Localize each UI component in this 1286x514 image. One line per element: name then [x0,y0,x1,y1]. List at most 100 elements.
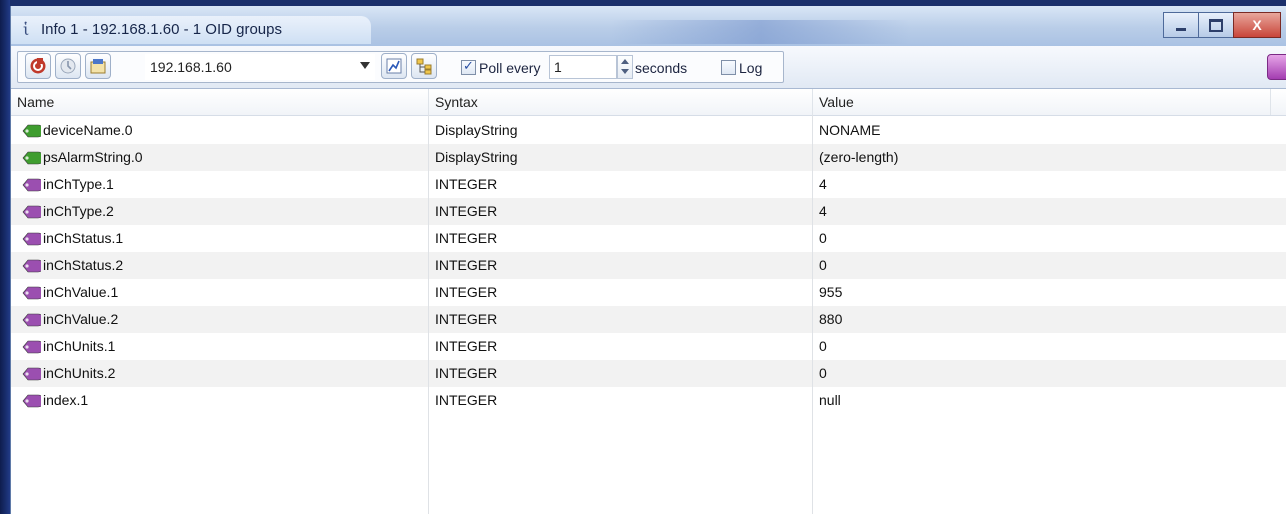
cell-value: 4 [819,176,827,192]
cell-syntax: INTEGER [435,176,498,192]
stop-button[interactable] [55,53,81,79]
window-title: Info 1 - 192.168.1.60 - 1 OID groups [41,21,282,38]
maximize-icon [1209,18,1223,32]
cell-syntax: DisplayString [435,149,518,165]
cell-name: inChType.1 [43,176,114,192]
stop-icon [60,58,76,74]
cell-syntax: INTEGER [435,338,498,354]
table-row[interactable]: inChValue.1 INTEGER 955 [11,279,1286,306]
log-label: Log [739,60,763,76]
cell-syntax: INTEGER [435,230,498,246]
poll-interval-value: 1 [554,59,562,75]
column-header-value[interactable]: Value [813,89,1271,115]
chevron-down-icon[interactable] [360,62,370,69]
table-oid-icon [21,177,45,193]
table-oid-icon [21,393,45,409]
cell-syntax: INTEGER [435,392,498,408]
poll-interval-spinner[interactable] [617,55,633,79]
table-oid-icon [21,258,45,274]
seconds-label: seconds [635,60,688,76]
table-oid-icon [21,204,45,220]
table-oid-icon [21,312,45,328]
table-row[interactable]: index.1 INTEGER null [11,387,1286,414]
title-bar[interactable]: ἱ Info 1 - 192.168.1.60 - 1 OID groups X [11,6,1286,46]
table-row[interactable]: psAlarmString.0 DisplayString (zero-length… [11,144,1286,171]
cell-name: inChType.2 [43,203,114,219]
cell-name: inChStatus.1 [43,230,124,246]
table-row[interactable]: inChType.1 INTEGER 4 [11,171,1286,198]
cell-value: 0 [819,230,827,246]
cell-value: 955 [819,284,843,300]
background-window-strip [611,20,911,44]
log-checkbox[interactable] [721,60,736,75]
table-oid-icon [21,366,45,382]
minimize-icon [1176,27,1186,31]
cell-name: inChValue.2 [43,311,119,327]
cell-name: deviceName.0 [43,122,133,138]
cell-syntax: INTEGER [435,284,498,300]
poll-label: Poll every [479,60,541,76]
tree-icon [416,58,432,75]
table-header: Name Syntax Value [11,89,1286,116]
cell-value: 0 [819,365,827,381]
cell-syntax: INTEGER [435,203,498,219]
cell-syntax: INTEGER [435,365,498,381]
cell-value: 0 [819,338,827,354]
spin-down-icon[interactable] [621,69,629,74]
info-icon: ἱ [23,20,30,39]
table-row[interactable]: inChValue.2 INTEGER 880 [11,306,1286,333]
mib-browser-icon[interactable] [1267,54,1286,80]
column-header-name[interactable]: Name [11,89,429,115]
table-row[interactable]: inChType.2 INTEGER 4 [11,198,1286,225]
tree-view-button[interactable] [411,53,437,79]
refresh-button[interactable] [25,53,51,79]
oid-table: Name Syntax Value deviceName.0 DisplayStr… [11,89,1286,514]
window-controls: X [1163,12,1281,38]
cell-value: (zero-length) [819,149,899,165]
cell-name: inChUnits.2 [43,365,116,381]
table-oid-icon [21,339,45,355]
cell-name: inChUnits.1 [43,338,116,354]
column-divider [812,115,813,514]
poll-interval-input[interactable]: 1 [549,55,617,79]
cell-value: 880 [819,311,843,327]
properties-button[interactable] [85,53,111,79]
cell-syntax: DisplayString [435,122,518,138]
cell-syntax: INTEGER [435,311,498,327]
table-row[interactable]: inChStatus.2 INTEGER 0 [11,252,1286,279]
cell-name: psAlarmString.0 [43,149,143,165]
desktop-background [0,0,10,514]
close-button[interactable]: X [1233,12,1281,38]
maximize-button[interactable] [1198,12,1234,38]
leaf-oid-icon [21,150,45,166]
table-row[interactable]: deviceName.0 DisplayString NONAME [11,117,1286,144]
cell-value: null [819,392,841,408]
spin-up-icon[interactable] [621,59,629,64]
cell-value: 0 [819,257,827,273]
cell-name: inChStatus.2 [43,257,124,273]
properties-icon [90,59,106,74]
refresh-icon [30,58,46,74]
minimize-button[interactable] [1163,12,1199,38]
table-row[interactable]: inChStatus.1 INTEGER 0 [11,225,1286,252]
cell-value: NONAME [819,122,881,138]
oid-info-window: ἱ Info 1 - 192.168.1.60 - 1 OID groups X [10,6,1286,514]
table-row[interactable]: inChUnits.2 INTEGER 0 [11,360,1286,387]
ip-address-combo[interactable]: 192.168.1.60 [145,54,375,80]
toolbar: 192.168.1.60 Poll every 1 secon [11,46,1286,89]
table-oid-icon [21,285,45,301]
table-oid-icon [21,231,45,247]
cell-syntax: INTEGER [435,257,498,273]
cell-name: inChValue.1 [43,284,119,300]
poll-checkbox[interactable] [461,58,476,75]
column-divider [428,115,429,514]
ip-address-value: 192.168.1.60 [150,59,232,75]
column-header-syntax[interactable]: Syntax [429,89,813,115]
chart-icon [386,58,402,74]
chart-button[interactable] [381,53,407,79]
table-row[interactable]: inChUnits.1 INTEGER 0 [11,333,1286,360]
cell-value: 4 [819,203,827,219]
cell-name: index.1 [43,392,89,408]
leaf-oid-icon [21,123,45,139]
close-icon: X [1252,17,1262,33]
